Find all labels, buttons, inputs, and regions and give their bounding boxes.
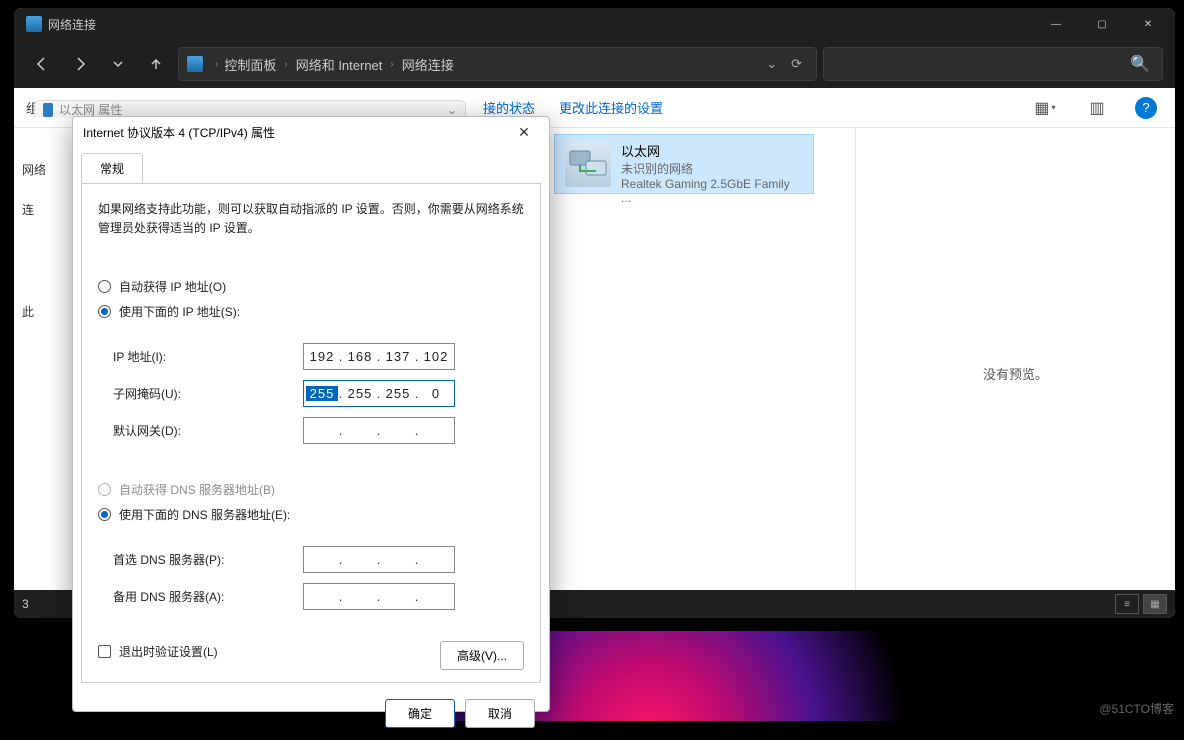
address-dropdown[interactable]: ⌄ <box>758 56 785 72</box>
radio-manual-dns[interactable]: 使用下面的 DNS 服务器地址(E): <box>98 506 524 523</box>
adapter-device: Realtek Gaming 2.5GbE Family ... <box>621 177 803 205</box>
radio-label: 使用下面的 IP 地址(S): <box>119 303 240 320</box>
titlebar[interactable]: 网络连接 — ▢ ✕ <box>14 8 1175 40</box>
nav-toolbar: › 控制面板 › 网络和 Internet › 网络连接 ⌄ ⟳ 🔍 <box>14 40 1175 88</box>
breadcrumb[interactable]: 控制面板 <box>222 55 278 74</box>
radio-manual-ip[interactable]: 使用下面的 IP 地址(S): <box>98 303 524 320</box>
refresh-button[interactable]: ⟳ <box>785 56 808 72</box>
radio-label: 自动获得 IP 地址(O) <box>119 278 226 295</box>
preview-pane-button[interactable]: ▥ <box>1083 94 1111 122</box>
ip-address-input[interactable]: 192. 168. 137. 102 <box>303 343 455 370</box>
radio-icon <box>98 280 111 293</box>
breadcrumb[interactable]: 网络连接 <box>400 55 456 74</box>
advanced-button[interactable]: 高级(V)... <box>440 641 524 670</box>
details-pane-icon: ▥ <box>1089 98 1104 118</box>
close-button[interactable]: ✕ <box>1125 8 1171 40</box>
ethernet-icon <box>565 141 611 187</box>
window-title: 网络连接 <box>48 16 96 33</box>
checkbox-label: 退出时验证设置(L) <box>119 643 218 660</box>
dialog-description: 如果网络支持此功能，则可以获取自动指派的 IP 设置。否则，你需要从网络系统管理… <box>98 200 524 238</box>
change-settings-link[interactable]: 更改此连接的设置 <box>559 98 663 117</box>
no-preview-label: 没有预览。 <box>983 364 1048 383</box>
cancel-button[interactable]: 取消 <box>465 699 535 728</box>
radio-auto-dns: 自动获得 DNS 服务器地址(B) <box>98 481 524 498</box>
chevron-right-icon[interactable]: › <box>211 59 222 70</box>
up-button[interactable] <box>140 48 172 80</box>
preferred-dns-label: 首选 DNS 服务器(P): <box>113 551 303 568</box>
alternate-dns-input[interactable]: . . . <box>303 583 455 610</box>
adapter-status: 未识别的网络 <box>621 160 803 177</box>
chevron-right-icon[interactable]: › <box>282 59 289 70</box>
view-options-button[interactable]: ▦▾ <box>1031 94 1059 122</box>
search-icon: 🔍 <box>1130 54 1150 74</box>
view-details-button[interactable]: ≡ <box>1115 594 1139 614</box>
subnet-mask-label: 子网掩码(U): <box>113 385 303 402</box>
minimize-button[interactable]: — <box>1033 8 1079 40</box>
address-bar[interactable]: › 控制面板 › 网络和 Internet › 网络连接 ⌄ ⟳ <box>178 47 817 81</box>
default-gateway-input[interactable]: . . . <box>303 417 455 444</box>
forward-button[interactable] <box>64 48 96 80</box>
radio-label: 自动获得 DNS 服务器地址(B) <box>119 481 275 498</box>
dialog-titlebar[interactable]: Internet 协议版本 4 (TCP/IPv4) 属性 ✕ <box>73 117 549 147</box>
recent-button[interactable] <box>102 48 134 80</box>
radio-auto-ip[interactable]: 自动获得 IP 地址(O) <box>98 278 524 295</box>
radio-icon <box>98 305 111 318</box>
location-icon <box>187 56 203 72</box>
checkbox-icon <box>98 645 111 658</box>
chevron-down-icon: ⌄ <box>447 103 457 117</box>
alternate-dns-label: 备用 DNS 服务器(A): <box>113 588 303 605</box>
app-icon <box>26 16 42 32</box>
radio-label: 使用下面的 DNS 服务器地址(E): <box>119 506 290 523</box>
ip-address-label: IP 地址(I): <box>113 348 303 365</box>
help-button[interactable]: ? <box>1135 97 1157 119</box>
preferred-dns-input[interactable]: . . . <box>303 546 455 573</box>
view-large-button[interactable]: ▦ <box>1143 594 1167 614</box>
maximize-button[interactable]: ▢ <box>1079 8 1125 40</box>
search-input[interactable]: 🔍 <box>823 47 1163 81</box>
item-count: 3 <box>22 597 29 611</box>
truncated-sidebar: 网络 连 此 <box>22 100 46 304</box>
watermark: @51CTO博客 <box>1099 700 1174 717</box>
chevron-right-icon[interactable]: › <box>388 59 395 70</box>
dialog-title: Internet 协议版本 4 (TCP/IPv4) 属性 <box>83 124 275 141</box>
adapter-name: 以太网 <box>621 141 803 160</box>
network-adapter-item[interactable]: 以太网 未识别的网络 Realtek Gaming 2.5GbE Family … <box>554 134 814 194</box>
back-button[interactable] <box>26 48 58 80</box>
radio-icon <box>98 483 111 496</box>
radio-icon <box>98 508 111 521</box>
dialog-close-button[interactable]: ✕ <box>509 118 539 146</box>
ok-button[interactable]: 确定 <box>385 699 455 728</box>
subnet-mask-input[interactable]: 255. 255. 255. 0 <box>303 380 455 407</box>
connection-status-link[interactable]: 接的状态 <box>483 98 535 117</box>
grid-icon: ▦ <box>1034 98 1049 118</box>
tab-general[interactable]: 常规 <box>81 153 143 183</box>
default-gateway-label: 默认网关(D): <box>113 422 303 439</box>
breadcrumb[interactable]: 网络和 Internet <box>294 55 385 74</box>
ipv4-properties-dialog: Internet 协议版本 4 (TCP/IPv4) 属性 ✕ 常规 如果网络支… <box>72 116 550 712</box>
help-icon: ? <box>1142 100 1149 115</box>
preview-pane: 没有预览。 <box>855 128 1175 618</box>
